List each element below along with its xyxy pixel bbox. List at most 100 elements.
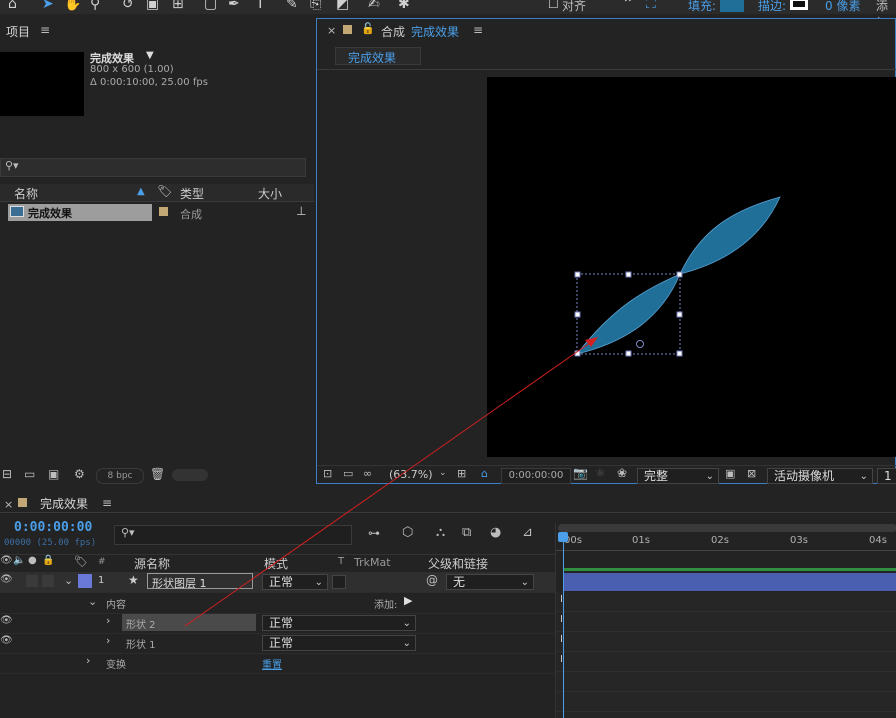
graph-editor-icon[interactable]: ⊿	[522, 525, 533, 540]
align-checkbox[interactable]: ☐	[548, 0, 559, 11]
col-t[interactable]: T	[338, 556, 344, 567]
layer-duration-bar[interactable]	[564, 573, 896, 591]
chevron-right-icon[interactable]: ›	[106, 634, 110, 647]
scrollbar[interactable]	[172, 469, 208, 481]
eraser-tool-icon[interactable]: ◩	[336, 0, 349, 12]
solo-toggle[interactable]	[26, 575, 38, 587]
menu-icon[interactable]: ≡	[102, 496, 112, 510]
work-area-bar[interactable]	[558, 524, 896, 532]
col-type[interactable]: 类型	[180, 185, 204, 202]
close-icon[interactable]: ×	[327, 24, 336, 37]
close-icon[interactable]: ×	[4, 498, 13, 511]
label-column-icon[interactable]: 🏷	[74, 555, 88, 568]
transform-row[interactable]: › 变换 重置	[0, 653, 555, 674]
eye-icon[interactable]: 👁	[0, 615, 13, 626]
resolution-select[interactable]: 完整 ⌄	[637, 468, 719, 484]
fill-swatch[interactable]	[720, 0, 744, 12]
playhead-handle[interactable]	[558, 532, 568, 542]
brush-tool-icon[interactable]: ✎	[286, 0, 298, 12]
timeline-search-input[interactable]: ⚲▾	[114, 525, 352, 545]
audio-icon[interactable]: 🔈	[13, 555, 25, 566]
color-channels-icon[interactable]: ❀	[617, 466, 627, 480]
new-folder-icon[interactable]: ▭	[24, 467, 35, 481]
home-icon[interactable]: ⌂	[8, 0, 17, 12]
col-mode[interactable]: 模式	[264, 555, 288, 572]
chevron-down-icon[interactable]: ⌄	[64, 574, 73, 587]
label-icon[interactable]: 🏷	[157, 184, 172, 198]
bpc-button[interactable]: 8 bpc	[96, 468, 144, 484]
snapshot-icon[interactable]: 📷	[573, 466, 588, 480]
clone-tool-icon[interactable]: ⎘	[310, 0, 321, 12]
rectangle-tool-icon[interactable]: ▢	[204, 0, 217, 12]
solo-icon[interactable]: ●	[28, 555, 37, 566]
lock-icon[interactable]: 🔓	[361, 22, 375, 35]
toggle-transparency-icon[interactable]: ⊠	[747, 467, 756, 480]
playhead[interactable]	[563, 534, 564, 718]
always-preview-icon[interactable]: ⊡	[323, 467, 332, 480]
selection-tool-icon[interactable]: ➤	[42, 0, 54, 12]
stroke-swatch[interactable]	[790, 0, 808, 10]
label-swatch[interactable]	[159, 207, 168, 216]
snap-icon[interactable]: ⌃	[622, 0, 634, 12]
layer-label-swatch[interactable]	[78, 574, 92, 588]
chevron-right-icon[interactable]: ›	[106, 614, 110, 627]
shape-mode-select[interactable]: 正常 ⌄	[262, 635, 416, 651]
anchor-point-icon[interactable]	[636, 340, 644, 348]
region-of-interest-icon[interactable]: ⊞	[457, 467, 466, 480]
menu-icon[interactable]: ≡	[473, 23, 483, 37]
chevron-down-icon[interactable]: ⌄	[88, 595, 97, 608]
time-ruler[interactable]: 00s 01s 02s 03s 04s	[556, 534, 896, 551]
new-comp-icon[interactable]: ▣	[48, 467, 59, 481]
col-hash[interactable]: #	[98, 557, 106, 567]
puppet-tool-icon[interactable]: ✱	[398, 0, 410, 12]
pen-tool-icon[interactable]: ✒	[228, 0, 240, 12]
camera-select[interactable]: 活动摄像机 ⌄	[767, 468, 873, 484]
eye-icon[interactable]: 👁	[0, 574, 13, 585]
chevron-down-icon[interactable]: ▼	[146, 50, 154, 61]
shape-2-petal[interactable]	[575, 273, 681, 355]
comp-viewer[interactable]	[487, 77, 896, 457]
current-time[interactable]: 0:00:00:00	[501, 468, 571, 484]
shape-mode-select[interactable]: 正常 ⌄	[262, 615, 416, 631]
eye-icon[interactable]: 👁	[0, 635, 13, 646]
contents-row[interactable]: ⌄ 内容 添加: ▶	[0, 593, 555, 614]
layer-mode-select[interactable]: 正常 ⌄	[262, 574, 328, 590]
tab-comp[interactable]: 完成效果	[335, 47, 421, 65]
sort-up-icon[interactable]: ▲	[137, 186, 145, 197]
snap-options-icon[interactable]: ⛶	[646, 0, 656, 12]
trash-icon[interactable]: 🗑	[150, 467, 165, 481]
project-title[interactable]: 项目	[6, 23, 30, 40]
reset-link[interactable]: 重置	[262, 656, 282, 671]
col-parent[interactable]: 父级和链接	[428, 555, 488, 572]
project-search-input[interactable]: ⚲▾	[0, 158, 306, 177]
rotate-tool-icon[interactable]: ↺	[122, 0, 134, 12]
timeline-timecode[interactable]: 0:00:00:00	[14, 520, 92, 535]
parent-select[interactable]: 无 ⌄	[446, 574, 534, 590]
frame-blending-icon[interactable]: ⧉	[462, 525, 471, 540]
motion-blur-icon[interactable]: ◕	[490, 525, 501, 540]
fast-preview-icon[interactable]: ▣	[725, 467, 735, 480]
trkmat-box[interactable]	[332, 575, 346, 589]
transparency-grid-icon[interactable]: ⌂	[481, 467, 488, 480]
menu-icon[interactable]: ≡	[40, 23, 50, 37]
lock-icon[interactable]: 🔒	[42, 555, 54, 566]
layer-row[interactable]: 👁 ⌄ 1 ★ 形状图层 1 正常 ⌄ @ 无 ⌄	[0, 572, 555, 593]
show-snapshot-icon[interactable]: ⚛	[595, 466, 606, 480]
draft-3d-icon[interactable]: ⬡	[402, 525, 413, 540]
timeline-tracks[interactable]: 00s 01s 02s 03s 04s I I I I	[555, 522, 896, 718]
mask-icon[interactable]: ∞	[363, 467, 372, 480]
shy-layers-icon[interactable]: ⛬	[436, 525, 445, 540]
camera-tool-icon[interactable]: ▣	[146, 0, 159, 12]
flowchart-icon[interactable]: ⊥	[296, 204, 306, 218]
pickwhip-icon[interactable]: @	[426, 573, 438, 587]
col-size[interactable]: 大小	[258, 185, 282, 202]
chevron-right-icon[interactable]: ›	[86, 654, 90, 667]
interpret-footage-icon[interactable]: ⊟	[2, 467, 12, 481]
views-select[interactable]: 1 个	[877, 468, 896, 484]
play-add-icon[interactable]: ▶	[404, 594, 412, 607]
shape-1-petal[interactable]	[679, 196, 781, 275]
chevron-down-icon[interactable]: ⌄	[439, 468, 447, 478]
col-name[interactable]: 名称	[14, 185, 38, 202]
shape-row[interactable]: 👁 › 形状 2 正常 ⌄	[0, 613, 555, 634]
stroke-width[interactable]: 0 像素	[825, 0, 860, 14]
